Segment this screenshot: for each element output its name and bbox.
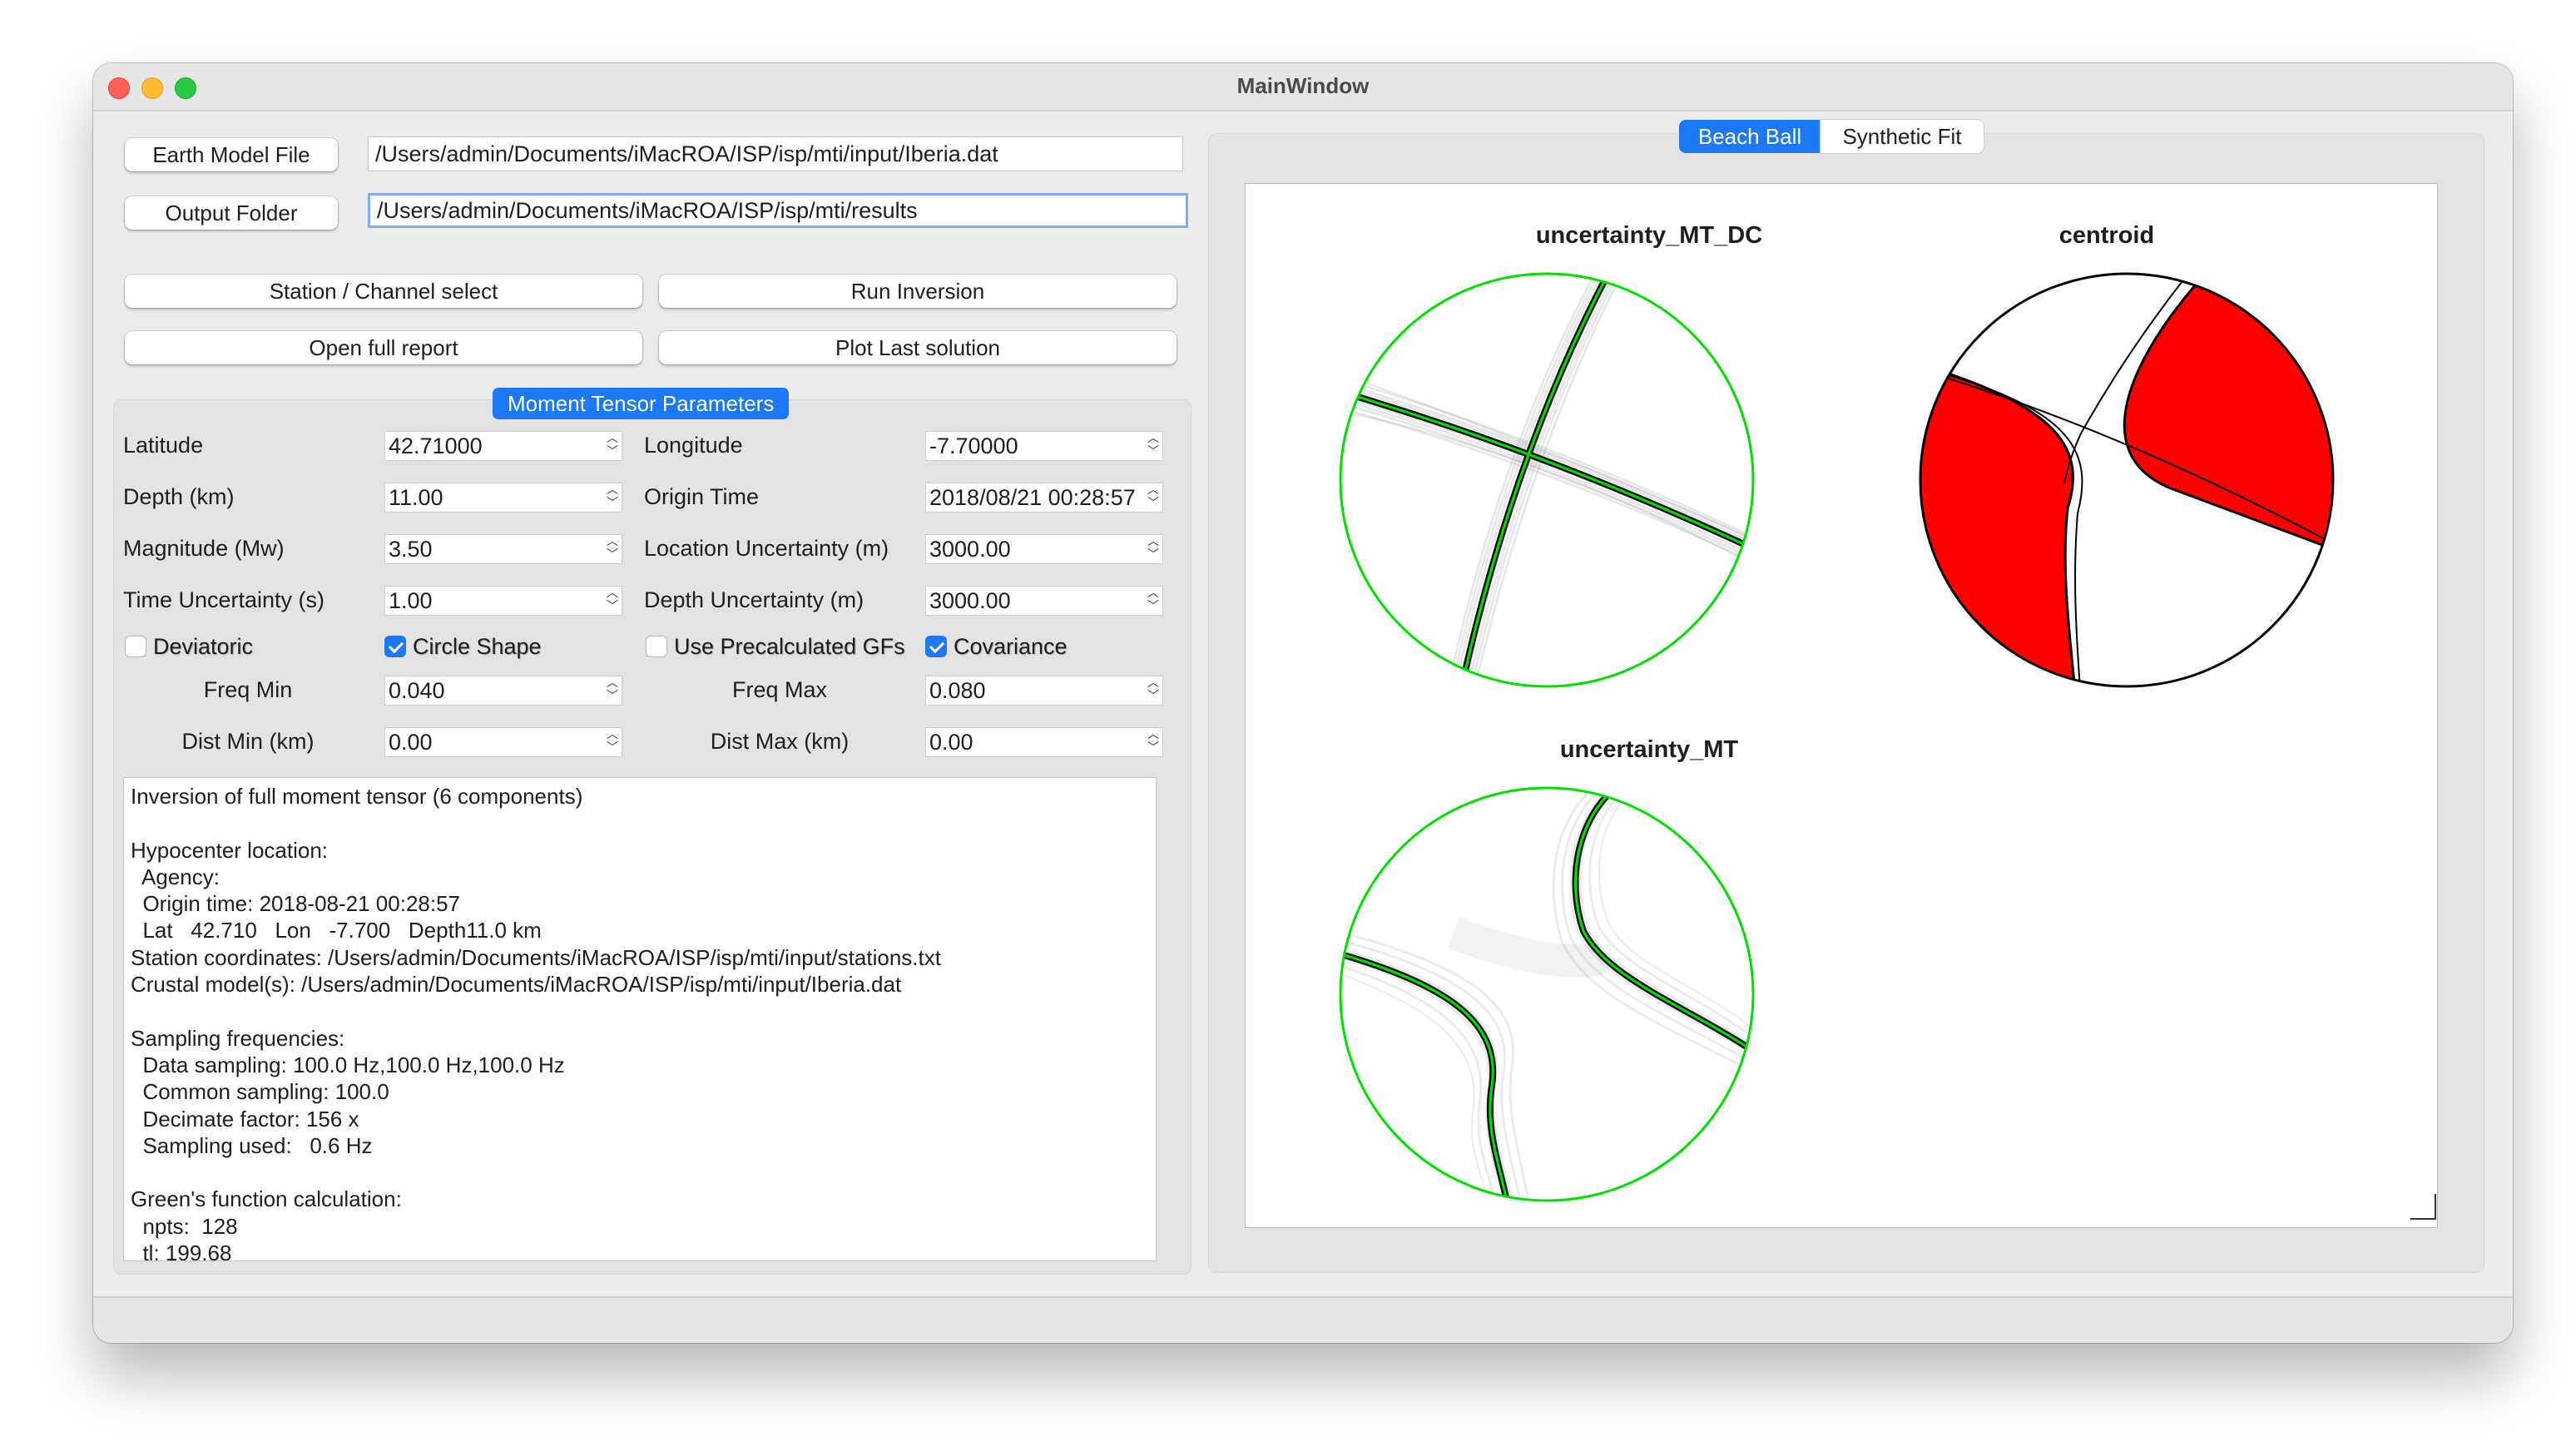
time-uncertainty-input[interactable]: 1.00 (384, 586, 622, 616)
run-inversion-button[interactable]: Run Inversion (659, 275, 1177, 308)
station-channel-select-button[interactable]: Station / Channel select (125, 275, 642, 308)
uncertainty-mt-beachball (1340, 788, 1753, 1201)
dist-min-label: Dist Min (km) (181, 729, 315, 754)
report-line: Sampling frequencies: (131, 1025, 345, 1051)
freq-min-stepper[interactable]: ︿ ﹀ (604, 676, 621, 706)
longitude-stepper[interactable]: ︿ ﹀ (1145, 431, 1162, 461)
plot-canvas: uncertainty_MT_DC centroid uncertainty_M… (1245, 183, 2438, 1228)
main-window: MainWindow Earth Model File /Users/admin… (93, 63, 2513, 1343)
freq-min-label: Freq Min (203, 677, 293, 702)
report-line (131, 998, 1149, 1024)
window-title: MainWindow (1236, 73, 1370, 98)
uncertainty-mt-dc-outline (1339, 272, 1755, 688)
open-full-report-button[interactable]: Open full report (125, 331, 642, 364)
beachball-plots (1339, 272, 2436, 1220)
report-line (131, 1159, 1149, 1186)
inversion-report-text[interactable]: Inversion of full moment tensor (6 compo… (123, 777, 1157, 1261)
dist-max-stepper[interactable]: ︿ ﹀ (1145, 727, 1162, 757)
status-bar (93, 1296, 2513, 1343)
circle-shape-label: Circle Shape (413, 634, 542, 659)
deviatoric-label: Deviatoric (153, 634, 254, 659)
depth-uncertainty-stepper[interactable]: ︿ ﹀ (1145, 586, 1162, 616)
depth-stepper[interactable]: ︿ ﹀ (604, 483, 621, 513)
report-line: Hypocenter location: (131, 837, 329, 863)
magnitude-label: Magnitude (Mw) (123, 536, 285, 561)
freq-min-input[interactable]: 0.040 (384, 676, 622, 706)
report-line: Common sampling: 100.0 (131, 1079, 389, 1105)
tab-beach-ball[interactable]: Beach Ball (1679, 120, 1821, 153)
dist-min-stepper[interactable]: ︿ ﹀ (604, 727, 621, 757)
freq-max-label: Freq Max (731, 677, 828, 702)
report-line: Green's function calculation: (131, 1186, 402, 1212)
dist-max-input[interactable]: 0.00 (925, 727, 1163, 757)
tab-synthetic-fit[interactable]: Synthetic Fit (1821, 120, 1984, 153)
latitude-label: Latitude (123, 433, 204, 458)
location-uncertainty-stepper[interactable]: ︿ ﹀ (1145, 534, 1162, 564)
origin-time-label: Origin Time (644, 484, 760, 509)
nodal-curve-green-2 (1574, 788, 1753, 1056)
report-line: Crustal model(s): /Users/admin/Documents… (131, 972, 902, 998)
report-line: Data sampling: 100.0 Hz,100.0 Hz,100.0 H… (131, 1052, 565, 1077)
time-uncertainty-label: Time Uncertainty (s) (123, 587, 325, 612)
location-uncertainty-input[interactable]: 3000.00 (925, 534, 1163, 564)
report-line: Decimate factor: 156 x (131, 1106, 359, 1132)
plot-last-solution-button[interactable]: Plot Last solution (659, 331, 1177, 364)
location-uncertainty-label: Location Uncertainty (m) (644, 536, 889, 561)
report-line: tl: 199.68 (131, 1241, 232, 1261)
report-line (131, 810, 1149, 836)
deviatoric-checkbox[interactable] (125, 636, 146, 657)
time-uncertainty-stepper[interactable]: ︿ ﹀ (604, 586, 621, 616)
longitude-label: Longitude (644, 433, 743, 458)
precalculated-gfs-checkbox[interactable] (646, 636, 667, 657)
depth-uncertainty-input[interactable]: 3000.00 (925, 586, 1163, 616)
uncertainty-mt-dc-beachball (1340, 274, 1753, 686)
freq-max-input[interactable]: 0.080 (925, 676, 1163, 706)
origin-time-stepper[interactable]: ︿ ﹀ (1145, 483, 1162, 513)
circle-shape-checkbox[interactable] (384, 636, 406, 657)
magnitude-stepper[interactable]: ︿ ﹀ (604, 534, 621, 564)
output-folder-path-field[interactable]: /Users/admin/Documents/iMacROA/ISP/isp/m… (368, 193, 1188, 228)
depth-label: Depth (km) (123, 484, 235, 509)
latitude-input[interactable]: 42.71000 (384, 431, 622, 461)
report-line: npts: 128 (131, 1213, 238, 1239)
resize-corner-icon (2410, 1194, 2436, 1220)
title-bar: MainWindow (93, 63, 2513, 111)
latitude-stepper[interactable]: ︿ ﹀ (604, 431, 621, 461)
dist-min-input[interactable]: 0.00 (384, 727, 622, 757)
precalculated-gfs-label: Use Precalculated GFs (674, 634, 905, 659)
uncertainty-mt-outline (1339, 786, 1755, 1202)
report-line: Inversion of full moment tensor (6 compo… (131, 784, 583, 809)
report-line: Agency: (131, 864, 220, 889)
report-line: Origin time: 2018-08-21 00:28:57 (131, 891, 461, 917)
earth-model-path-field[interactable]: /Users/admin/Documents/iMacROA/ISP/isp/m… (368, 136, 1183, 171)
magnitude-input[interactable]: 3.50 (384, 534, 622, 564)
output-folder-button[interactable]: Output Folder (125, 196, 338, 230)
dist-max-label: Dist Max (km) (710, 729, 850, 754)
centroid-beachball (1920, 274, 2333, 686)
report-line: Station coordinates: /Users/admin/Docume… (131, 944, 941, 970)
report-line: Sampling used: 0.6 Hz (131, 1132, 373, 1158)
depth-uncertainty-label: Depth Uncertainty (m) (644, 587, 864, 612)
freq-max-stepper[interactable]: ︿ ﹀ (1145, 676, 1162, 706)
longitude-input[interactable]: -7.70000 (925, 431, 1163, 461)
earth-model-file-button[interactable]: Earth Model File (125, 138, 338, 171)
covariance-label: Covariance (954, 634, 1068, 659)
report-line: Lat 42.710 Lon -7.700 Depth11.0 km (131, 918, 542, 943)
group-title: Moment Tensor Parameters (493, 388, 790, 419)
origin-time-input[interactable]: 2018/08/21 00:28:57 (925, 483, 1163, 513)
depth-input[interactable]: 11.00 (384, 483, 622, 513)
covariance-checkbox[interactable] (925, 636, 947, 657)
